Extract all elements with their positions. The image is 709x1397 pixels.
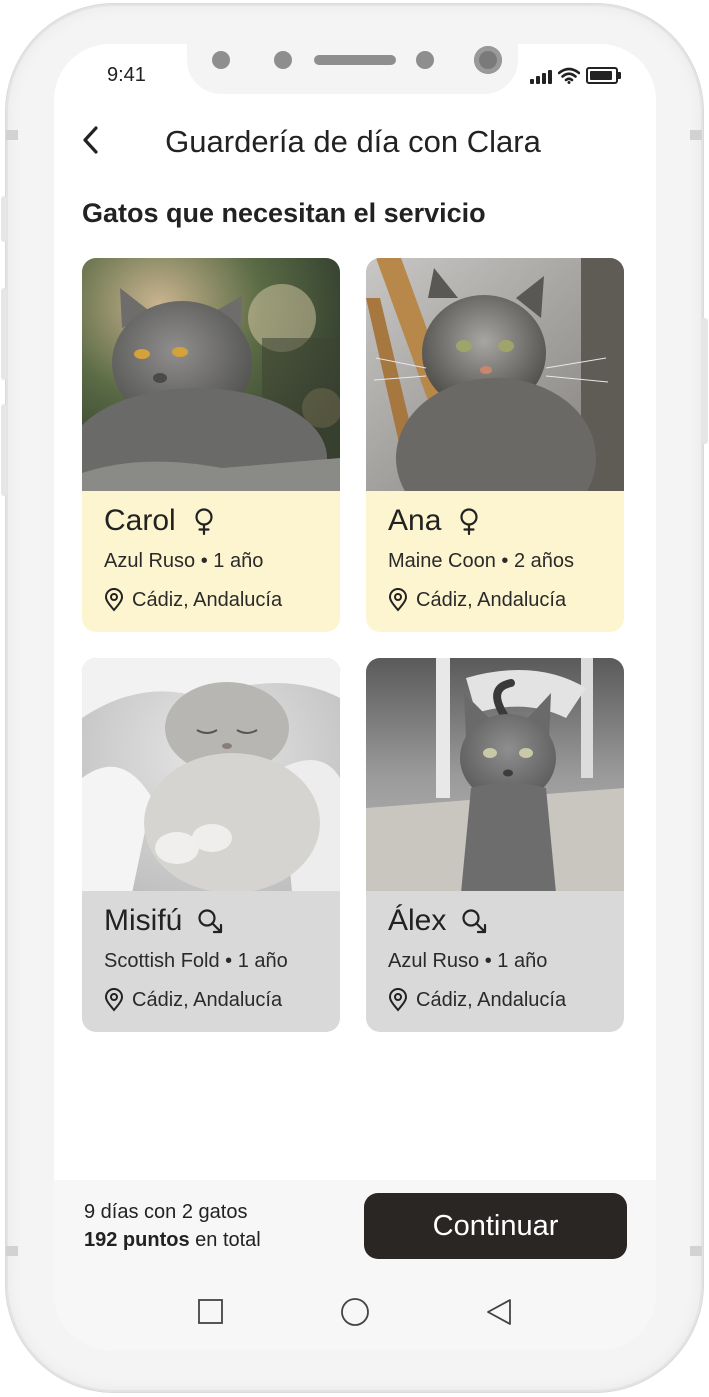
location-pin-icon [104, 588, 124, 612]
phone-power-button [702, 318, 708, 444]
cat-location-text: Cádiz, Andalucía [132, 588, 283, 611]
phone-antenna-band [690, 130, 702, 140]
phone-volume-up-button [1, 288, 7, 380]
cat-breed-age: Maine Coon • 2 años [388, 550, 575, 572]
phone-antenna-band [6, 130, 18, 140]
cat-location: Cádiz, Andalucía [104, 988, 282, 1012]
cat-name: Misifú [104, 904, 183, 937]
location-pin-icon [104, 988, 124, 1012]
notch [187, 44, 518, 94]
front-camera [474, 46, 502, 74]
location-pin-icon [388, 988, 408, 1012]
cat-card-alex[interactable]: Álex Azul Ruso • 1 año Cádiz, Andalucía [366, 658, 624, 1032]
circle-nav-icon[interactable] [339, 1296, 371, 1328]
cat-photo [366, 258, 624, 491]
status-time: 9:41 [107, 64, 146, 86]
front-sensor [274, 51, 292, 69]
male-icon [462, 909, 487, 934]
cat-photo [82, 658, 340, 891]
page-title: Guardería de día con Clara [165, 124, 541, 159]
triangle-back-icon[interactable] [484, 1298, 514, 1326]
back-chevron-icon[interactable] [76, 122, 108, 158]
earpiece-speaker [314, 55, 396, 65]
status-icons [530, 66, 621, 84]
battery-icon [586, 67, 621, 84]
cat-location-text: Cádiz, Andalucía [416, 988, 567, 1011]
cat-location: Cádiz, Andalucía [388, 988, 566, 1012]
continue-button[interactable]: Continuar [364, 1193, 627, 1259]
cat-name: Ana [388, 504, 442, 537]
cat-breed-age: Scottish Fold • 1 año [104, 950, 288, 972]
summary-days-cats: 9 días con 2 gatos [84, 1201, 248, 1223]
female-icon [195, 508, 213, 535]
cat-location: Cádiz, Andalucía [388, 588, 566, 612]
cat-breed-age: Azul Ruso • 1 año [104, 550, 264, 572]
cat-name-row: Ana [388, 504, 483, 538]
summary-points-rest: en total [189, 1229, 261, 1251]
male-icon [198, 909, 223, 934]
front-sensor [416, 51, 434, 69]
phone-antenna-band [6, 1246, 18, 1256]
summary-points-bold: 192 puntos [84, 1229, 190, 1251]
cat-photo [82, 258, 340, 491]
cat-name: Álex [388, 904, 447, 937]
summary-points: 192 puntos en total [84, 1229, 261, 1252]
cat-name: Carol [104, 504, 176, 537]
cat-location-text: Cádiz, Andalucía [416, 588, 567, 611]
cat-card-misifu[interactable]: Misifú Scottish Fold • 1 año Cádiz, Anda… [82, 658, 340, 1032]
phone-volume-down-button [1, 404, 7, 496]
cat-card-carol[interactable]: Carol Azul Ruso • 1 año Cádiz, Andalucía [82, 258, 340, 632]
section-title: Gatos que necesitan el servicio [82, 198, 486, 228]
cat-breed-age: Azul Ruso • 1 año [388, 950, 548, 972]
signal-icon [530, 68, 552, 84]
cat-location: Cádiz, Andalucía [104, 588, 282, 612]
female-icon [460, 508, 478, 535]
phone-antenna-band [690, 1246, 702, 1256]
cat-card-ana[interactable]: Ana Maine Coon • 2 años Cádiz, Andalucía [366, 258, 624, 632]
phone-side-button [1, 196, 7, 242]
cat-name-row: Misifú [104, 904, 224, 938]
front-sensor [212, 51, 230, 69]
cat-name-row: Carol [104, 504, 218, 538]
cat-location-text: Cádiz, Andalucía [132, 988, 283, 1011]
cat-name-row: Álex [388, 904, 488, 938]
wifi-icon [558, 67, 580, 84]
cat-photo [366, 658, 624, 891]
square-nav-icon[interactable] [197, 1298, 225, 1326]
location-pin-icon [388, 588, 408, 612]
